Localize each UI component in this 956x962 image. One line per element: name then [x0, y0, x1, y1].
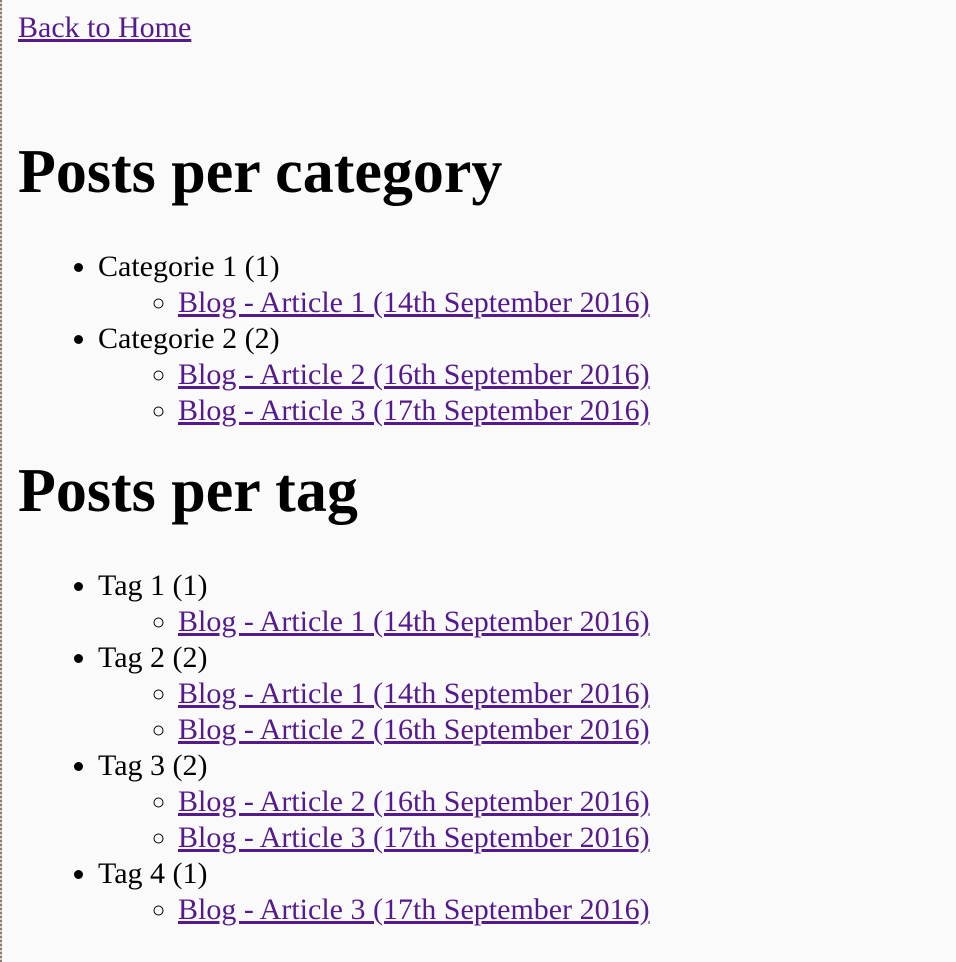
post-item: Blog - Article 2 (16th September 2016): [178, 712, 956, 748]
tag-label: Tag 3 (2): [98, 749, 208, 782]
post-item: Blog - Article 3 (17th September 2016): [178, 892, 956, 928]
post-link[interactable]: Blog - Article 2 (16th September 2016): [178, 785, 650, 818]
back-to-home-link[interactable]: Back to Home: [18, 10, 956, 46]
tag-item: Tag 4 (1) Blog - Article 3 (17th Septemb…: [98, 856, 956, 928]
tag-item: Tag 2 (2) Blog - Article 1 (14th Septemb…: [98, 640, 956, 748]
post-item: Blog - Article 2 (16th September 2016): [178, 784, 956, 820]
post-list: Blog - Article 1 (14th September 2016) B…: [98, 676, 956, 748]
post-item: Blog - Article 1 (14th September 2016): [178, 285, 956, 321]
post-item: Blog - Article 1 (14th September 2016): [178, 604, 956, 640]
tag-item: Tag 1 (1) Blog - Article 1 (14th Septemb…: [98, 568, 956, 640]
post-link[interactable]: Blog - Article 3 (17th September 2016): [178, 893, 650, 926]
post-list: Blog - Article 2 (16th September 2016) B…: [98, 357, 956, 429]
post-link[interactable]: Blog - Article 2 (16th September 2016): [178, 358, 650, 391]
post-list: Blog - Article 1 (14th September 2016): [98, 285, 956, 321]
post-item: Blog - Article 3 (17th September 2016): [178, 820, 956, 856]
post-link[interactable]: Blog - Article 1 (14th September 2016): [178, 605, 650, 638]
window-left-edge: [0, 0, 2, 962]
post-item: Blog - Article 3 (17th September 2016): [178, 393, 956, 429]
tag-label: Tag 4 (1): [98, 857, 208, 890]
tag-item: Tag 3 (2) Blog - Article 2 (16th Septemb…: [98, 748, 956, 856]
tags-heading: Posts per tag: [18, 457, 358, 525]
category-list: Categorie 1 (1) Blog - Article 1 (14th S…: [18, 249, 956, 429]
post-list: Blog - Article 3 (17th September 2016): [98, 892, 956, 928]
category-label: Categorie 2 (2): [98, 322, 280, 355]
page-content: Back to Home Posts per category Categori…: [18, 0, 956, 928]
tag-list: Tag 1 (1) Blog - Article 1 (14th Septemb…: [18, 568, 956, 928]
post-link[interactable]: Blog - Article 3 (17th September 2016): [178, 394, 650, 427]
post-list: Blog - Article 1 (14th September 2016): [98, 604, 956, 640]
post-item: Blog - Article 2 (16th September 2016): [178, 357, 956, 393]
tag-label: Tag 2 (2): [98, 641, 208, 674]
post-list: Blog - Article 2 (16th September 2016) B…: [98, 784, 956, 856]
category-label: Categorie 1 (1): [98, 250, 280, 283]
post-link[interactable]: Blog - Article 1 (14th September 2016): [178, 677, 650, 710]
category-item: Categorie 2 (2) Blog - Article 2 (16th S…: [98, 321, 956, 429]
post-link[interactable]: Blog - Article 3 (17th September 2016): [178, 821, 650, 854]
categories-heading: Posts per category: [18, 138, 503, 206]
category-item: Categorie 1 (1) Blog - Article 1 (14th S…: [98, 249, 956, 321]
post-item: Blog - Article 1 (14th September 2016): [178, 676, 956, 712]
post-link[interactable]: Blog - Article 2 (16th September 2016): [178, 713, 650, 746]
tag-label: Tag 1 (1): [98, 569, 208, 602]
post-link[interactable]: Blog - Article 1 (14th September 2016): [178, 286, 650, 319]
